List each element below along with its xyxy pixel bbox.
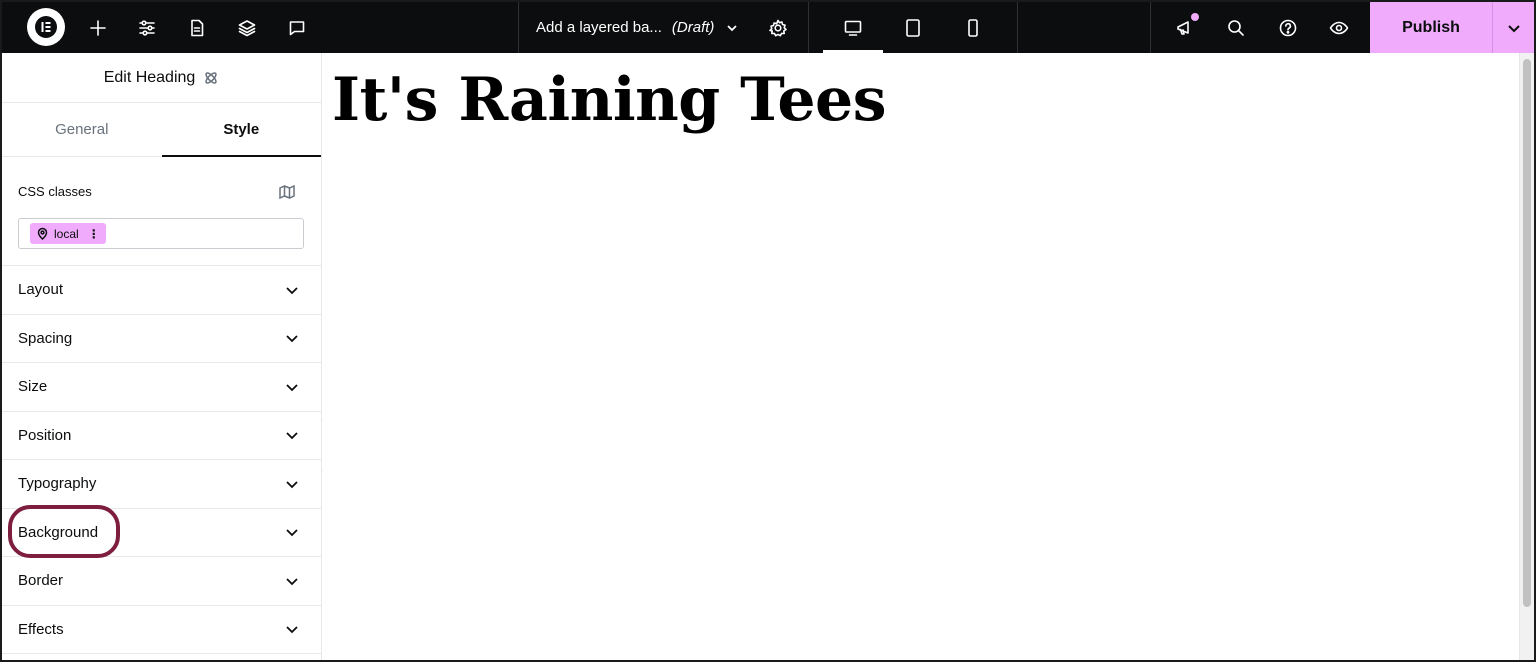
section-effects[interactable]: Effects (2, 606, 321, 654)
chevron-down-icon (286, 335, 298, 343)
edit-panel: Edit Heading General Style CSS classes l… (2, 53, 322, 660)
plus-icon[interactable] (78, 2, 118, 53)
help-icon[interactable] (1268, 2, 1308, 53)
class-chip-label: local (54, 226, 79, 241)
section-label: Position (18, 426, 72, 444)
section-label: Effects (18, 620, 64, 638)
css-classes-section: CSS classes local ⋮ (2, 157, 321, 266)
elementor-logo-icon[interactable] (27, 8, 65, 46)
preview-canvas: It's Raining Tees (323, 53, 1519, 660)
section-size[interactable]: Size (2, 363, 321, 412)
tab-style[interactable]: Style (161, 103, 322, 157)
section-background[interactable]: Background (2, 509, 321, 557)
publish-options-button[interactable] (1492, 2, 1534, 53)
eye-icon[interactable] (1319, 2, 1359, 53)
section-border[interactable]: Border (2, 557, 321, 606)
chevron-down-icon (286, 432, 298, 440)
section-layout[interactable]: Layout (2, 266, 321, 315)
document-title-dropdown[interactable]: Add a layered ba... (Draft) (536, 2, 740, 53)
panel-header: Edit Heading (2, 53, 321, 103)
desktop-icon[interactable] (833, 2, 873, 53)
section-spacing[interactable]: Spacing (2, 315, 321, 363)
more-vertical-icon[interactable]: ⋮ (88, 227, 100, 241)
mobile-icon[interactable] (953, 2, 993, 53)
location-pin-icon (37, 227, 48, 240)
tablet-icon[interactable] (893, 2, 933, 53)
panel-title: Edit Heading (103, 68, 196, 86)
chat-icon[interactable] (277, 2, 317, 53)
chevron-down-icon (286, 384, 298, 392)
panel-tabs: General Style (2, 103, 321, 157)
map-icon[interactable] (278, 183, 296, 201)
chevron-down-icon (727, 24, 738, 31)
chevron-down-icon (286, 529, 298, 537)
gear-icon[interactable] (758, 2, 798, 53)
notification-badge (1191, 13, 1199, 21)
document-status: (Draft) (671, 19, 715, 36)
publish-button[interactable]: Publish (1370, 2, 1492, 53)
chevron-down-icon (286, 287, 298, 295)
section-label: Background (18, 523, 99, 541)
section-label: Size (18, 378, 48, 396)
section-label: Border (18, 572, 64, 590)
section-position[interactable]: Position (2, 412, 321, 460)
page-icon[interactable] (177, 2, 217, 53)
chevron-down-icon (286, 578, 298, 586)
search-icon[interactable] (1216, 2, 1256, 53)
section-label: Spacing (18, 329, 73, 347)
canvas-scrollbar[interactable] (1519, 53, 1534, 660)
tab-general[interactable]: General (2, 103, 162, 156)
css-classes-label: CSS classes (18, 184, 92, 199)
section-typography[interactable]: Typography (2, 460, 321, 509)
separator (1150, 2, 1151, 53)
section-label: Layout (18, 281, 64, 299)
separator (1017, 2, 1018, 53)
atom-icon (205, 71, 218, 84)
scrollbar-thumb[interactable] (1523, 59, 1531, 607)
document-title: Add a layered ba... (536, 19, 662, 36)
chevron-down-icon (286, 626, 298, 634)
section-label: Typography (18, 475, 97, 493)
css-classes-input[interactable]: local ⋮ (18, 218, 304, 249)
chevron-down-icon (1507, 24, 1520, 32)
editor-window: Add a layered ba... (Draft) Publish Edit… (0, 0, 1536, 662)
sliders-icon[interactable] (127, 2, 167, 53)
page-heading[interactable]: It's Raining Tees (332, 65, 887, 135)
top-bar: Add a layered ba... (Draft) Publish (2, 2, 1534, 53)
class-chip[interactable]: local ⋮ (30, 223, 106, 244)
chevron-down-icon (286, 481, 298, 489)
separator (518, 2, 519, 53)
layers-icon[interactable] (227, 2, 267, 53)
megaphone-icon[interactable] (1165, 2, 1205, 53)
separator (808, 2, 809, 53)
